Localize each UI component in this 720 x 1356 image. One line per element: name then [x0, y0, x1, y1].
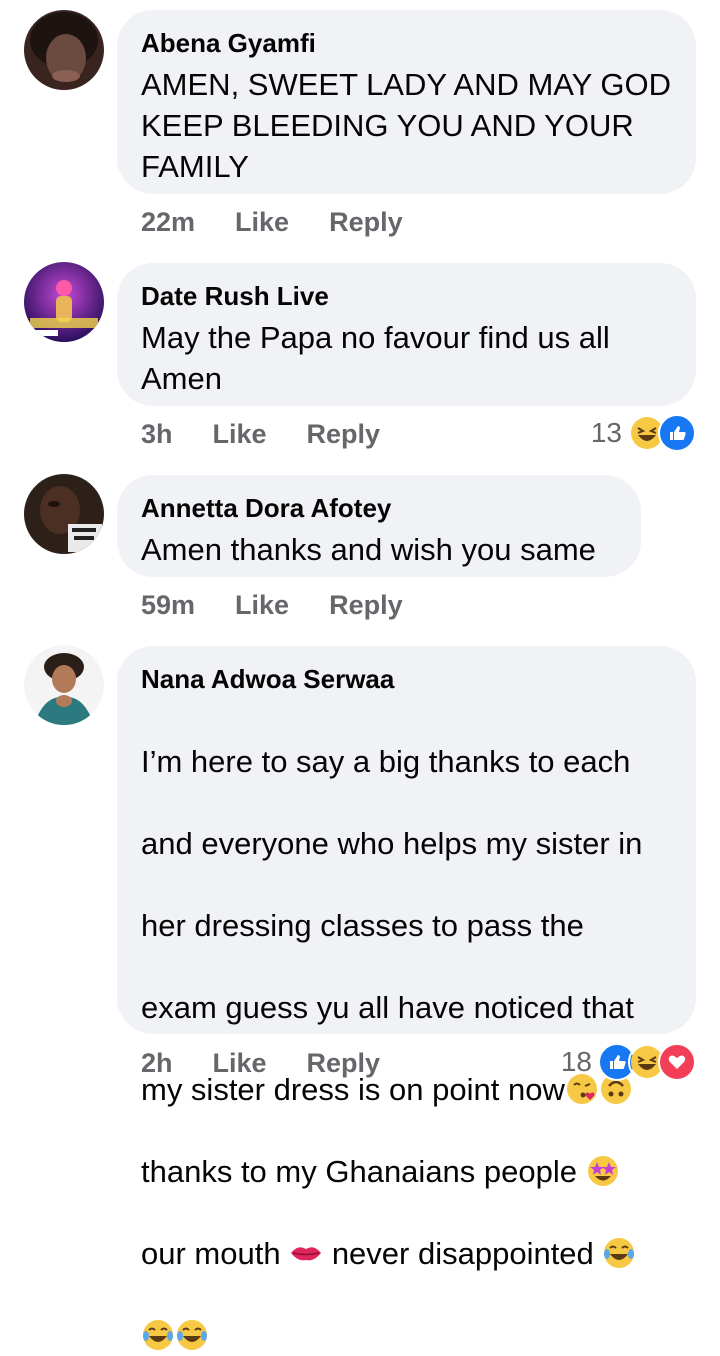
comment-text: May the Papa no favour find us all Amen [141, 320, 610, 396]
like-button[interactable]: Like [235, 207, 289, 238]
comment-bubble[interactable]: Nana Adwoa Serwaa I’m here to say a big … [117, 646, 696, 1350]
reply-button[interactable]: Reply [307, 419, 381, 450]
comment-actions: 3h Like Reply [141, 417, 380, 451]
reaction-count: 18 [560, 1046, 592, 1077]
tears-of-joy-emoji-icon [143, 1320, 173, 1350]
lips-emoji-icon [291, 1247, 322, 1261]
comment-text: Amen thanks and wish you same [141, 532, 596, 567]
comment-actions: 2h Like Reply [141, 1046, 380, 1080]
timestamp[interactable]: 59m [141, 590, 195, 621]
comment-bubble[interactable]: Annetta Dora Afotey Amen thanks and wish… [117, 475, 641, 577]
reaction-summary[interactable]: 18 [560, 1043, 696, 1081]
comment-text-line: thanks to my Ghanaians people [141, 1154, 586, 1189]
comment-text-line: never disappointed [323, 1236, 603, 1271]
comment-text: AMEN, SWEET LADY AND MAY GOD KEEP BLEEDI… [141, 67, 671, 184]
reaction-count: 13 [590, 417, 622, 448]
commenter-name[interactable]: Annetta Dora Afotey [141, 493, 617, 523]
comment-text: I’m here to say a big thanks to each and… [141, 700, 672, 1356]
comment-text-line: I’m here to say a big thanks to each [141, 744, 631, 779]
like-icon [658, 414, 696, 452]
comment-bubble[interactable]: Date Rush Live May the Papa no favour fi… [117, 263, 696, 406]
star-struck-emoji-icon [587, 1156, 618, 1186]
comment-text-line: our mouth [141, 1236, 290, 1271]
commenter-name[interactable]: Date Rush Live [141, 281, 672, 311]
reaction-summary[interactable]: 13 [590, 414, 696, 452]
avatar[interactable] [24, 474, 104, 554]
tears-of-joy-emoji-icon [177, 1320, 207, 1350]
reply-button[interactable]: Reply [329, 207, 403, 238]
timestamp[interactable]: 2h [141, 1048, 173, 1079]
comment-text-line: exam guess yu all have noticed that [141, 990, 634, 1025]
like-button[interactable]: Like [213, 419, 267, 450]
comment-text-line: and everyone who helps my sister in [141, 826, 643, 861]
love-icon [658, 1043, 696, 1081]
tears-of-joy-emoji-icon [604, 1238, 635, 1268]
comment-actions: 59m Like Reply [141, 588, 403, 622]
avatar[interactable] [24, 645, 104, 725]
like-button[interactable]: Like [213, 1048, 267, 1079]
like-button[interactable]: Like [235, 590, 289, 621]
timestamp[interactable]: 22m [141, 207, 195, 238]
reply-button[interactable]: Reply [307, 1048, 381, 1079]
commenter-name[interactable]: Nana Adwoa Serwaa [141, 664, 672, 694]
avatar[interactable] [24, 262, 104, 342]
comment-actions: 22m Like Reply [141, 205, 403, 239]
commenter-name[interactable]: Abena Gyamfi [141, 28, 672, 58]
reply-button[interactable]: Reply [329, 590, 403, 621]
comment-text-line: her dressing classes to pass the [141, 908, 584, 943]
timestamp[interactable]: 3h [141, 419, 173, 450]
comment-bubble[interactable]: Abena Gyamfi AMEN, SWEET LADY AND MAY GO… [117, 10, 696, 194]
avatar[interactable] [24, 10, 104, 90]
